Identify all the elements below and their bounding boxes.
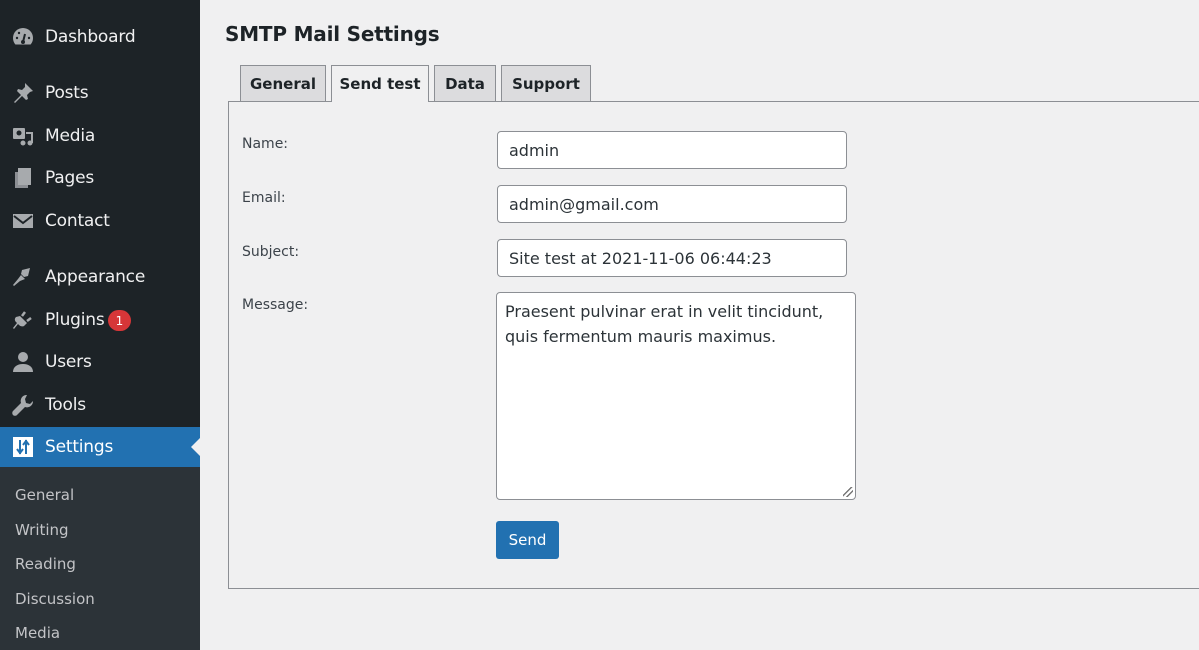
submenu-item-general[interactable]: General bbox=[15, 486, 74, 504]
page-title: SMTP Mail Settings bbox=[225, 22, 440, 46]
sidebar-item-posts[interactable]: Posts bbox=[0, 73, 200, 113]
subject-input[interactable]: Site test at 2021-11-06 06:44:23 bbox=[497, 239, 847, 277]
tab-support[interactable]: Support bbox=[501, 65, 591, 102]
sidebar-item-pages[interactable]: Pages bbox=[0, 158, 200, 198]
sidebar-label: Tools bbox=[45, 395, 86, 415]
sidebar-label: Media bbox=[45, 126, 96, 146]
send-button[interactable]: Send bbox=[496, 521, 559, 559]
email-input[interactable]: admin@gmail.com bbox=[497, 185, 847, 223]
email-label: Email: bbox=[242, 190, 286, 206]
sidebar-label: Settings bbox=[45, 437, 114, 457]
media-icon bbox=[11, 124, 35, 148]
settings-submenu: General Writing Reading Discussion Media bbox=[0, 467, 200, 650]
sidebar-label: Contact bbox=[45, 211, 110, 231]
message-text: Praesent pulvinar erat in velit tincidun… bbox=[505, 302, 824, 346]
tab-data[interactable]: Data bbox=[434, 65, 496, 102]
submenu-item-writing[interactable]: Writing bbox=[15, 521, 69, 539]
settings-icon bbox=[11, 435, 35, 459]
resize-handle-icon[interactable] bbox=[843, 487, 853, 497]
plugin-icon bbox=[11, 308, 35, 332]
pages-icon bbox=[11, 166, 35, 190]
envelope-icon bbox=[11, 209, 35, 233]
submenu-item-reading[interactable]: Reading bbox=[15, 555, 76, 573]
sidebar-label: Appearance bbox=[45, 267, 146, 287]
sidebar-item-media[interactable]: Media bbox=[0, 116, 200, 156]
submenu-item-discussion[interactable]: Discussion bbox=[15, 590, 95, 608]
name-input[interactable]: admin bbox=[497, 131, 847, 169]
user-icon bbox=[11, 350, 35, 374]
tab-send-test[interactable]: Send test bbox=[331, 65, 429, 102]
sidebar-label: Users bbox=[45, 352, 92, 372]
sidebar-item-tools[interactable]: Tools bbox=[0, 385, 200, 425]
pin-icon bbox=[11, 81, 35, 105]
sidebar-label: Plugins bbox=[45, 310, 105, 330]
message-label: Message: bbox=[242, 297, 309, 313]
sidebar-item-settings[interactable]: Settings bbox=[0, 427, 200, 467]
wrench-icon bbox=[11, 393, 35, 417]
dashboard-icon bbox=[11, 25, 35, 49]
sidebar-item-dashboard[interactable]: Dashboard bbox=[0, 17, 200, 57]
sidebar-item-appearance[interactable]: Appearance bbox=[0, 257, 200, 297]
paintbrush-icon bbox=[11, 265, 35, 289]
tab-general[interactable]: General bbox=[240, 65, 326, 102]
submenu-item-media[interactable]: Media bbox=[15, 624, 60, 642]
admin-sidebar: Dashboard Posts Media Pages Contact Appe… bbox=[0, 0, 200, 650]
sidebar-label: Pages bbox=[45, 168, 95, 188]
sidebar-label: Dashboard bbox=[45, 27, 136, 47]
message-textarea[interactable]: Praesent pulvinar erat in velit tincidun… bbox=[496, 292, 856, 500]
sidebar-item-contact[interactable]: Contact bbox=[0, 201, 200, 241]
subject-label: Subject: bbox=[242, 244, 300, 260]
name-label: Name: bbox=[242, 136, 289, 152]
sidebar-label: Posts bbox=[45, 83, 89, 103]
sidebar-item-users[interactable]: Users bbox=[0, 342, 200, 382]
sidebar-item-plugins[interactable]: Plugins 1 bbox=[0, 300, 200, 340]
update-count-badge: 1 bbox=[108, 310, 131, 331]
